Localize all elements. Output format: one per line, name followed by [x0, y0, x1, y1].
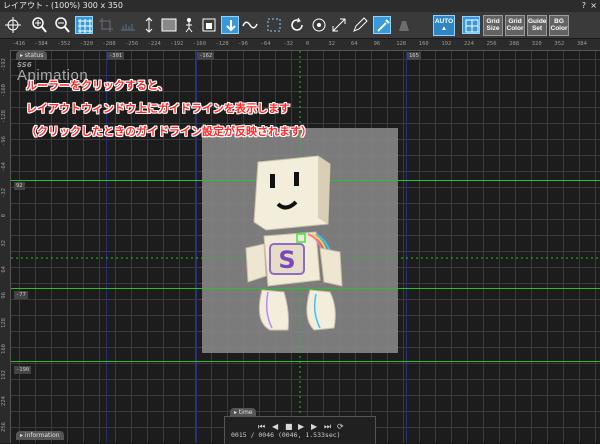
next-frame-icon[interactable]: ▶ [311, 422, 317, 432]
prev-frame-icon[interactable]: ◀ [272, 422, 278, 432]
information-tab-label: information [25, 432, 60, 439]
information-tab[interactable]: ▸ information [16, 431, 64, 440]
instruction-text: ルーラーをクリックすると、 [26, 77, 169, 93]
instruction-text: （クリックしたときのガイドライン設定が反映されます） [26, 123, 312, 139]
character-sprite[interactable]: S [240, 152, 360, 334]
play-icon[interactable]: ▶ [298, 422, 304, 432]
status-tab[interactable]: ▸ status [16, 51, 47, 60]
stop-icon[interactable]: ■ [285, 422, 293, 432]
time-tab-label: time [239, 409, 253, 416]
timecode: 0015 / 0046 (0046, 1.533sec) [231, 431, 341, 439]
loop-icon[interactable]: ⟳ [337, 422, 344, 432]
instruction-text: レイアウトウィンドウ上にガイドラインを表示します [26, 100, 290, 116]
first-frame-icon[interactable]: ⏮ [258, 422, 265, 432]
last-frame-icon[interactable]: ⏭ [324, 422, 331, 432]
character-emblem: S [278, 246, 295, 274]
status-tab-label: status [25, 52, 43, 59]
